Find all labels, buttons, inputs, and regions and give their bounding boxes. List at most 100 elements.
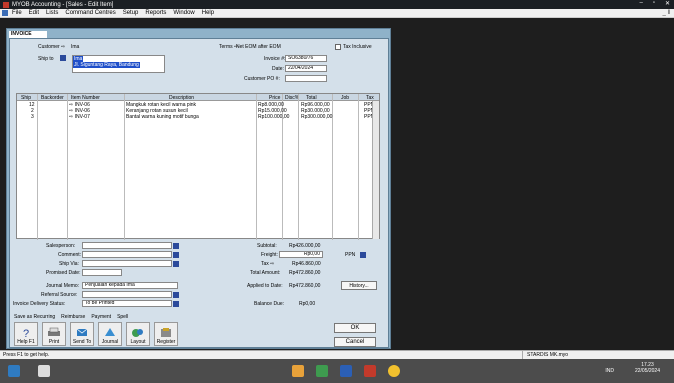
comment-dropdown-icon[interactable]	[173, 252, 179, 258]
menu-lists[interactable]: Lists	[46, 10, 58, 16]
applied-to-date-value: Rp472.860,00	[289, 283, 321, 289]
save-as-recurring-button[interactable]: Save as Recurring	[14, 314, 55, 321]
ship-via-dropdown-icon[interactable]	[173, 261, 179, 267]
invoice-number-field[interactable]: SO6380/76	[285, 55, 327, 62]
send-to-button[interactable]: Send To	[70, 322, 94, 346]
close-button[interactable]: ✕	[665, 0, 670, 7]
layout-button[interactable]: Layout	[126, 322, 150, 346]
comment-field[interactable]	[82, 251, 172, 258]
table-header: Ship Backorder Item Number Description P…	[17, 94, 379, 101]
table-row[interactable]: 3 ⇨ INV-07 Bantal warna kuning motif bun…	[17, 114, 379, 120]
tax-value: Rp46.860,00	[292, 261, 321, 267]
delivery-dropdown-icon[interactable]	[173, 301, 179, 307]
menu-help[interactable]: Help	[202, 10, 214, 16]
taskbar: IND 17.23 22/05/2024	[0, 359, 674, 383]
ship-to-dropdown-icon[interactable]	[60, 55, 66, 61]
help-button[interactable]: ? Help F1	[14, 322, 38, 346]
sales-window: INVOICE Customer ⇨ Ima Terms ⇨ Net EOM a…	[6, 28, 391, 349]
tax-inclusive-label: Tax Inclusive	[343, 44, 372, 50]
col-total: Total	[306, 95, 317, 101]
spell-button[interactable]: Spell	[117, 314, 128, 321]
col-price: Price	[269, 95, 281, 101]
freight-tax-code: PPN	[345, 252, 356, 258]
col-ship: Ship	[21, 95, 32, 101]
search-icon[interactable]	[38, 365, 50, 377]
menu-window[interactable]: Window	[173, 10, 194, 16]
freight-field[interactable]: Rp0,00	[279, 251, 323, 258]
cancel-button[interactable]: Cancel	[334, 337, 376, 347]
subtotal-label: Subtotal:	[257, 243, 277, 249]
help-icon: ?	[23, 328, 29, 338]
ship-to-label: Ship to	[38, 56, 54, 62]
status-text: Press F1 to get help.	[3, 352, 50, 358]
applied-to-date-label: Applied to Date:	[247, 283, 283, 289]
ship-to-address[interactable]: Ima Jl. Siguntang Raya, Bandung	[72, 55, 165, 73]
promised-date-field[interactable]	[82, 269, 122, 276]
file-explorer-icon[interactable]	[292, 365, 304, 377]
print-button[interactable]: Print	[42, 322, 66, 346]
menu-command-centres[interactable]: Command Centres	[65, 10, 115, 16]
delivery-status-label: Invoice Delivery Status:	[13, 301, 66, 307]
date-field[interactable]: 22/04/2024	[285, 65, 327, 72]
journal-memo-field[interactable]: Penjualan kepada Ima	[82, 282, 178, 289]
total-amount-label: Total Amount:	[250, 270, 281, 276]
delivery-status-select[interactable]: To be Printed	[82, 300, 172, 307]
minimize-button[interactable]: –	[639, 0, 642, 7]
restore-button[interactable]: ▫	[653, 0, 655, 7]
line-items-table: Ship Backorder Item Number Description P…	[16, 93, 380, 240]
referral-source-field[interactable]	[82, 291, 172, 298]
myob-icon[interactable]	[364, 365, 376, 377]
balance-due-label: Balance Due:	[254, 301, 285, 307]
menu-reports[interactable]: Reports	[145, 10, 166, 16]
invoice-body: Customer ⇨ Ima Terms ⇨ Net EOM after EOM…	[9, 38, 389, 348]
customer-value[interactable]: Ima	[71, 44, 79, 50]
register-icon	[161, 328, 171, 337]
app-icon-2[interactable]	[316, 365, 328, 377]
col-description: Description	[169, 95, 195, 101]
taskbar-clock[interactable]: 17.23 22/05/2024	[635, 362, 660, 374]
invoice-tab[interactable]: INVOICE	[9, 31, 47, 38]
ship-to-line-2: Jl. Siguntang Raya, Bandung	[73, 62, 140, 68]
document-icon	[2, 10, 8, 16]
customer-po-field[interactable]	[285, 75, 327, 82]
journal-memo-label: Journal Memo:	[46, 283, 80, 289]
salesperson-label: Salesperson:	[46, 243, 76, 249]
customer-po-label: Customer PO #:	[244, 76, 280, 82]
menu-setup[interactable]: Setup	[123, 10, 139, 16]
clock-date: 22/05/2024	[634, 368, 660, 374]
total-amount-value: Rp472.860,00	[289, 270, 321, 276]
chrome-icon[interactable]	[388, 365, 400, 377]
mdi-controls[interactable]: _ ‖	[663, 10, 670, 16]
send-icon	[76, 328, 88, 336]
subtotal-value: Rp426.000,00	[289, 243, 321, 249]
start-icon[interactable]	[8, 365, 20, 377]
terms-value: Net EOM after EOM	[236, 44, 281, 50]
tax-inclusive-checkbox[interactable]	[335, 44, 341, 50]
tray-language[interactable]: IND	[605, 368, 614, 374]
title-bar: MYOB Accounting - [Sales - Edit Item] – …	[0, 0, 674, 9]
salesperson-field[interactable]	[82, 242, 172, 249]
salesperson-dropdown-icon[interactable]	[173, 243, 179, 249]
action-links: Save as Recurring Reimburse Payment Spel…	[10, 314, 128, 321]
date-label: Date:	[272, 66, 284, 72]
ship-via-label: Ship Via:	[59, 261, 79, 267]
svg-text:?: ?	[23, 328, 29, 338]
register-button[interactable]: Register	[154, 322, 178, 346]
table-scrollbar[interactable]	[372, 101, 379, 239]
invoice-number-label: Invoice #:	[264, 56, 286, 62]
reimburse-button[interactable]: Reimburse	[61, 314, 85, 321]
word-icon[interactable]	[340, 365, 352, 377]
menu-edit[interactable]: Edit	[29, 10, 39, 16]
journal-button[interactable]: Journal	[98, 322, 122, 346]
ship-via-field[interactable]	[82, 260, 172, 267]
freight-tax-dropdown-icon[interactable]	[360, 252, 366, 258]
app-icon	[3, 1, 9, 8]
history-button[interactable]: History...	[341, 281, 377, 290]
col-item-number: Item Number	[71, 95, 100, 101]
freight-label: Freight:	[261, 252, 278, 258]
menu-file[interactable]: File	[12, 10, 22, 16]
payment-button[interactable]: Payment	[91, 314, 111, 321]
referral-dropdown-icon[interactable]	[173, 292, 179, 298]
ok-button[interactable]: OK	[334, 323, 376, 333]
tax-label[interactable]: Tax ⇨	[261, 261, 274, 267]
